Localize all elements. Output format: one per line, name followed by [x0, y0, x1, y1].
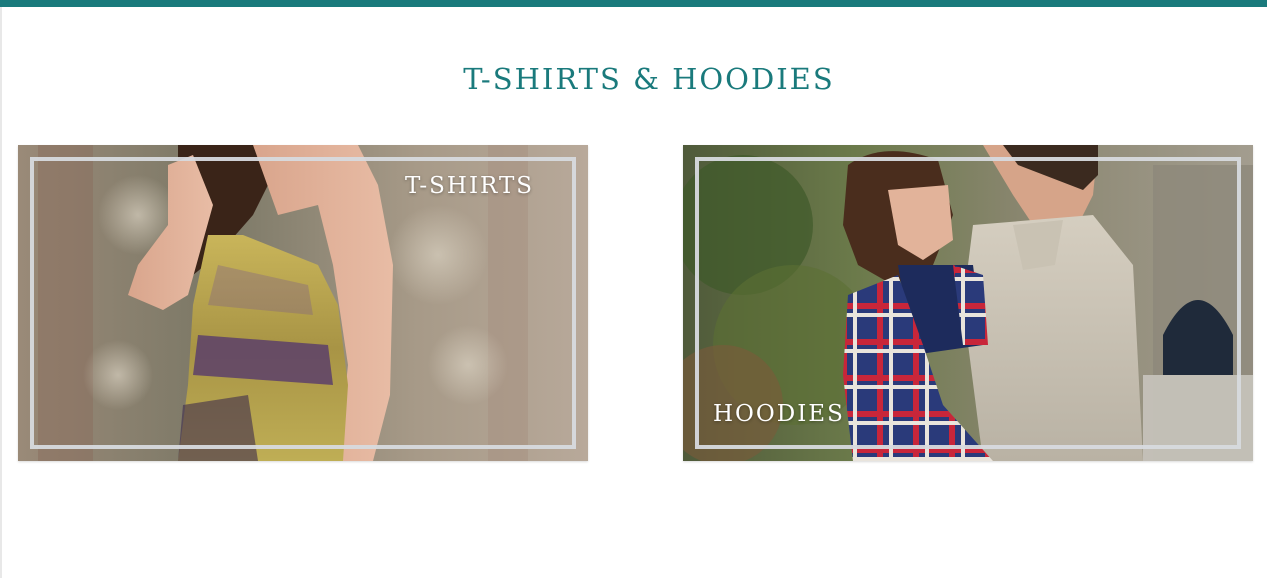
category-card-tshirts[interactable]: T-SHIRTS: [18, 145, 588, 461]
hoodies-label: HOODIES: [713, 401, 845, 427]
category-card-hoodies[interactable]: HOODIES: [683, 145, 1253, 461]
tshirts-label: T-SHIRTS: [405, 173, 535, 199]
section-title: T-SHIRTS & HOODIES: [463, 62, 835, 96]
top-accent-bar: [0, 0, 1267, 7]
